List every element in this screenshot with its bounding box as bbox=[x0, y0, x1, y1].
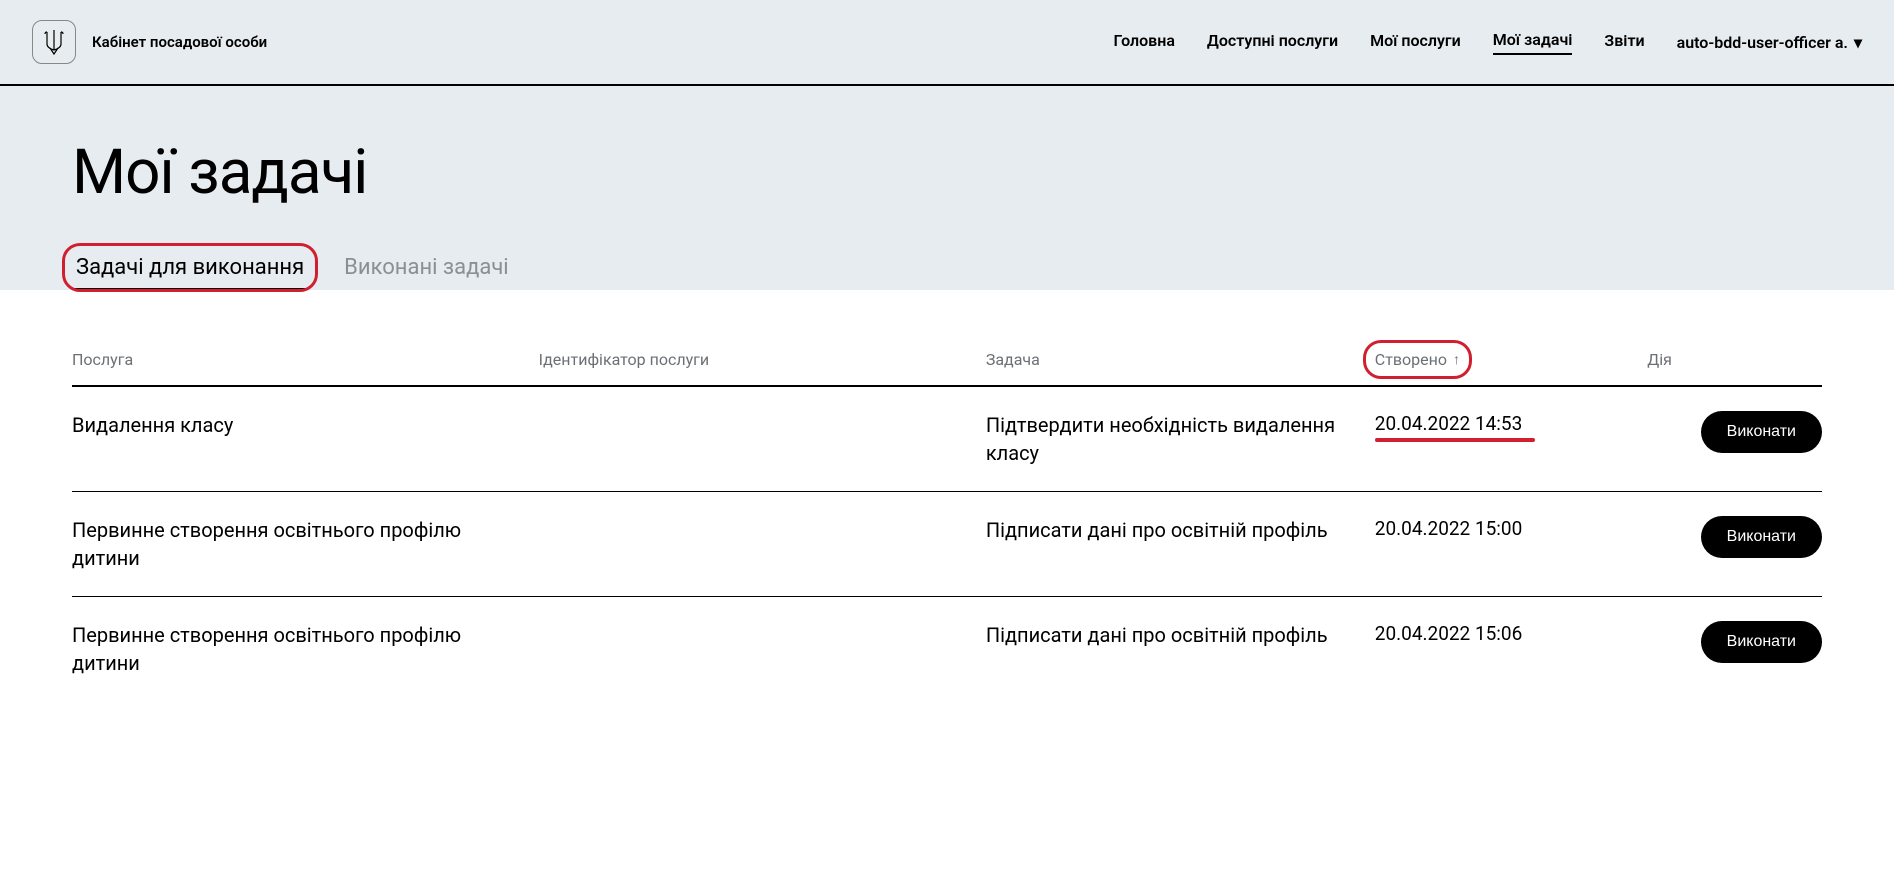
col-task: Задача bbox=[986, 350, 1355, 369]
cell-action: Виконати bbox=[1647, 516, 1822, 558]
col-created-wrapper: Створено ↑ bbox=[1375, 350, 1460, 369]
execute-button[interactable]: Виконати bbox=[1701, 411, 1822, 453]
main-nav: Головна Доступні послуги Мої послуги Мої… bbox=[1113, 30, 1862, 55]
cell-service: Первинне створення освітнього профілю ди… bbox=[72, 516, 519, 572]
col-created[interactable]: Створено ↑ bbox=[1375, 350, 1627, 369]
trident-icon bbox=[43, 28, 65, 56]
tab-pending-tasks[interactable]: Задачі для виконання bbox=[72, 249, 308, 290]
user-menu[interactable]: auto-bdd-user-officer a. ▾ bbox=[1677, 33, 1862, 52]
annotation-underline bbox=[1375, 438, 1535, 442]
execute-button[interactable]: Виконати bbox=[1701, 621, 1822, 663]
col-service: Послуга bbox=[72, 350, 519, 369]
cell-task: Підтвердити необхідність видалення класу bbox=[986, 411, 1355, 467]
tab-completed-tasks[interactable]: Виконані задачі bbox=[340, 249, 512, 290]
cell-task: Підписати дані про освітній профіль bbox=[986, 621, 1355, 649]
execute-button[interactable]: Виконати bbox=[1701, 516, 1822, 558]
page-title: Мої задачі bbox=[72, 136, 1822, 209]
header-left: Кабінет посадової особи bbox=[32, 20, 267, 64]
cell-service: Видалення класу bbox=[72, 411, 519, 439]
cell-task: Підписати дані про освітній профіль bbox=[986, 516, 1355, 544]
tasks-table: Послуга Ідентифікатор послуги Задача Ств… bbox=[72, 350, 1822, 701]
col-action: Дія bbox=[1647, 350, 1822, 369]
logo[interactable] bbox=[32, 20, 76, 64]
user-name: auto-bdd-user-officer a. bbox=[1677, 33, 1848, 52]
header: Кабінет посадової особи Головна Доступні… bbox=[0, 0, 1894, 86]
nav-my-services[interactable]: Мої послуги bbox=[1370, 31, 1461, 54]
cell-created: 20.04.2022 15:06 bbox=[1375, 621, 1627, 648]
tab-wrapper-pending: Задачі для виконання bbox=[72, 249, 308, 290]
col-created-label: Створено bbox=[1375, 350, 1447, 369]
nav-reports[interactable]: Звіти bbox=[1604, 31, 1644, 54]
cell-action: Виконати bbox=[1647, 621, 1822, 663]
col-identifier: Ідентифікатор послуги bbox=[539, 350, 966, 369]
table-row: Первинне створення освітнього профілю ди… bbox=[72, 597, 1822, 701]
nav-home[interactable]: Головна bbox=[1113, 31, 1174, 54]
nav-my-tasks[interactable]: Мої задачі bbox=[1493, 30, 1573, 55]
table-header: Послуга Ідентифікатор послуги Задача Ств… bbox=[72, 350, 1822, 387]
cell-service: Первинне створення освітнього профілю ди… bbox=[72, 621, 519, 677]
cell-created: 20.04.2022 15:00 bbox=[1375, 516, 1627, 543]
tabs: Задачі для виконання Виконані задачі bbox=[72, 249, 1822, 290]
nav-available-services[interactable]: Доступні послуги bbox=[1207, 31, 1338, 54]
table-row: Видалення класу Підтвердити необхідність… bbox=[72, 387, 1822, 492]
content: Послуга Ідентифікатор послуги Задача Ств… bbox=[0, 290, 1894, 741]
site-title: Кабінет посадової особи bbox=[92, 33, 267, 51]
cell-created-text: 20.04.2022 14:53 bbox=[1375, 412, 1522, 435]
cell-action: Виконати bbox=[1647, 411, 1822, 453]
cell-created: 20.04.2022 14:53 bbox=[1375, 411, 1627, 438]
table-row: Первинне створення освітнього профілю ди… bbox=[72, 492, 1822, 597]
chevron-down-icon: ▾ bbox=[1854, 33, 1862, 52]
hero: Мої задачі Задачі для виконання Виконані… bbox=[0, 86, 1894, 290]
sort-asc-icon: ↑ bbox=[1453, 351, 1460, 368]
